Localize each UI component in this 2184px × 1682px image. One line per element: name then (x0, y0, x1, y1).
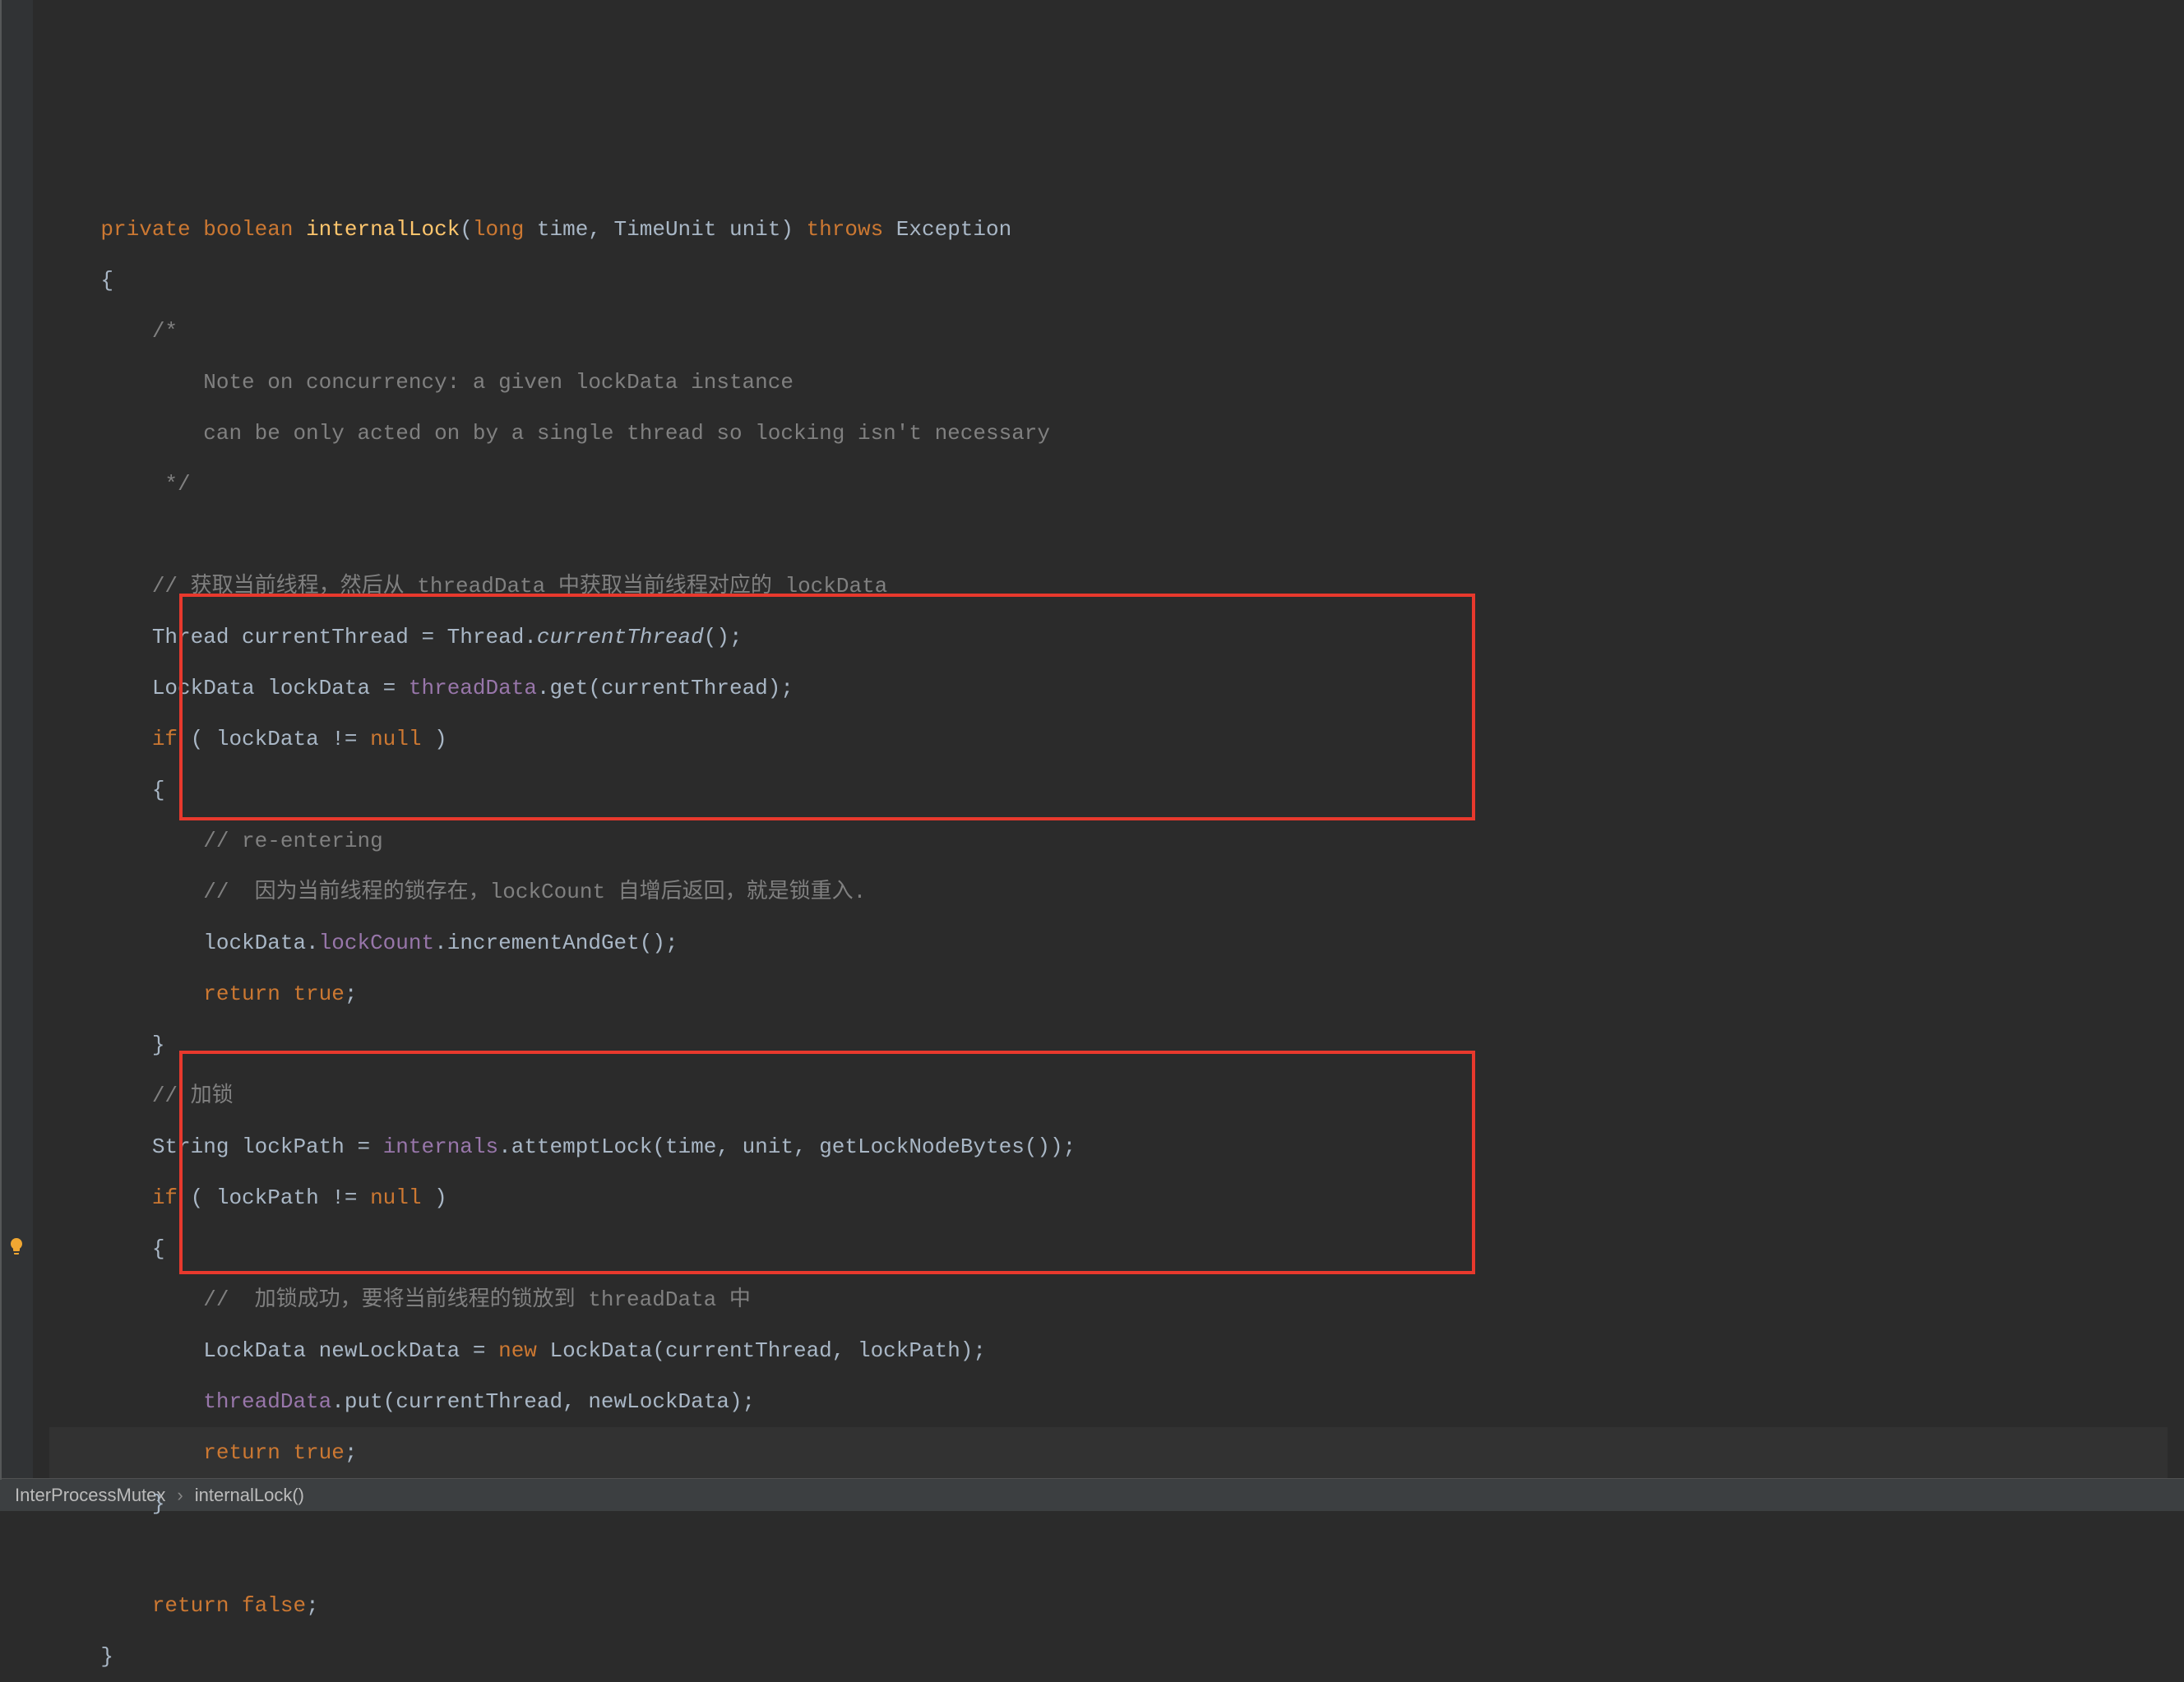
code-token-method-decl: internalLock (306, 217, 460, 242)
code-line[interactable]: private boolean internalLock(long time, … (49, 204, 2168, 255)
code-token-kw: null (370, 1185, 434, 1210)
code-token-default: ; (306, 1593, 319, 1618)
code-token-default: .attemptLock(time, unit, getLockNodeByte… (498, 1134, 1076, 1159)
code-token-comment: // 加锁成功，要将当前线程的锁放到 threadData 中 (203, 1287, 751, 1312)
code-token-default: LockData lockData = (152, 676, 409, 700)
code-token-default: Thread currentThread = Thread. (152, 625, 537, 649)
code-line[interactable]: lockData.lockCount.incrementAndGet(); (49, 917, 2168, 968)
editor-container: private boolean internalLock(long time, … (0, 0, 2184, 1478)
code-token-kw: if (152, 1185, 191, 1210)
code-line[interactable]: Thread currentThread = Thread.currentThr… (49, 612, 2168, 663)
code-token-default: ; (345, 982, 358, 1006)
code-token-default: .put(currentThread, newLockData); (331, 1389, 755, 1414)
code-token-default: String lockPath = (152, 1134, 383, 1159)
code-line[interactable]: */ (49, 459, 2168, 510)
code-line[interactable]: // 加锁成功，要将当前线程的锁放到 threadData 中 (49, 1274, 2168, 1325)
code-line[interactable]: LockData newLockData = new LockData(curr… (49, 1325, 2168, 1376)
code-line[interactable]: { (49, 765, 2168, 816)
code-token-default: LockData(currentThread, lockPath); (550, 1338, 987, 1363)
code-line[interactable]: } (49, 1019, 2168, 1070)
code-token-field: threadData (409, 676, 537, 700)
code-token-default: } (152, 1491, 165, 1516)
code-line[interactable]: // 因为当前线程的锁存在，lockCount 自增后返回，就是锁重入. (49, 866, 2168, 917)
code-line[interactable]: return true; (49, 1427, 2168, 1478)
code-token-field: lockCount (319, 931, 434, 955)
intention-bulb-icon[interactable] (7, 1236, 26, 1256)
code-token-static-method: currentThread (537, 625, 704, 649)
code-token-comment: Note on concurrency: a given lockData in… (152, 370, 794, 395)
code-token-default: ) (434, 1185, 447, 1210)
code-line[interactable]: // re-entering (49, 816, 2168, 866)
code-token-default: { (152, 778, 165, 802)
code-token-default: { (152, 1236, 165, 1261)
code-line[interactable]: LockData lockData = threadData.get(curre… (49, 663, 2168, 714)
code-token-default: time, TimeUnit unit) (537, 217, 807, 242)
code-token-default: ( lockData != (191, 727, 370, 751)
code-line[interactable]: // 加锁 (49, 1070, 2168, 1121)
code-token-kw: null (370, 727, 434, 751)
code-token-kw: private boolean (100, 217, 306, 242)
code-token-comment: */ (152, 472, 191, 497)
code-token-comment: // 获取当前线程，然后从 threadData 中获取当前线程对应的 lock… (152, 574, 887, 598)
code-line[interactable] (49, 1529, 2168, 1580)
code-token-default: ( (460, 217, 473, 242)
code-token-kw: new (498, 1338, 549, 1363)
code-token-default: Exception (896, 217, 1011, 242)
code-line[interactable]: return true; (49, 968, 2168, 1019)
code-token-default: ( lockPath != (191, 1185, 370, 1210)
code-area[interactable]: private boolean internalLock(long time, … (33, 0, 2184, 1478)
code-line[interactable]: if ( lockData != null ) (49, 714, 2168, 765)
code-line[interactable]: { (49, 1223, 2168, 1274)
code-line[interactable]: { (49, 255, 2168, 306)
code-token-default: { (100, 268, 113, 293)
code-line[interactable]: return false; (49, 1580, 2168, 1631)
code-token-default: } (152, 1033, 165, 1057)
code-token-kw: long (473, 217, 537, 242)
code-token-default: .incrementAndGet(); (434, 931, 678, 955)
code-token-comment: can be only acted on by a single thread … (152, 421, 1050, 446)
code-line[interactable] (49, 510, 2168, 561)
code-line[interactable]: } (49, 1631, 2168, 1682)
fold-guide (0, 0, 2, 1480)
code-token-default: ) (434, 727, 447, 751)
code-line[interactable]: String lockPath = internals.attemptLock(… (49, 1121, 2168, 1172)
code-token-default: (); (704, 625, 743, 649)
code-line[interactable]: Note on concurrency: a given lockData in… (49, 357, 2168, 408)
code-token-kw: return true (203, 982, 345, 1006)
code-line[interactable]: can be only acted on by a single thread … (49, 408, 2168, 459)
code-line[interactable]: if ( lockPath != null ) (49, 1172, 2168, 1223)
code-token-comment: /* (152, 319, 178, 344)
code-token-comment: // 加锁 (152, 1084, 234, 1108)
code-line[interactable]: // 获取当前线程，然后从 threadData 中获取当前线程对应的 lock… (49, 561, 2168, 612)
code-token-default: lockData. (203, 931, 318, 955)
code-token-default: ; (345, 1440, 358, 1465)
code-token-field: internals (383, 1134, 498, 1159)
editor-gutter[interactable] (0, 0, 33, 1478)
code-line[interactable]: /* (49, 306, 2168, 357)
code-token-comment: // 因为当前线程的锁存在，lockCount 自增后返回，就是锁重入. (203, 880, 866, 904)
code-token-kw: return false (152, 1593, 306, 1618)
code-token-kw: throws (807, 217, 896, 242)
code-token-kw: if (152, 727, 191, 751)
code-token-field: threadData (203, 1389, 331, 1414)
code-line[interactable]: } (49, 1478, 2168, 1529)
code-token-comment: // re-entering (203, 829, 382, 853)
code-token-default: LockData newLockData = (203, 1338, 498, 1363)
code-token-default: .get(currentThread); (537, 676, 794, 700)
code-line[interactable]: threadData.put(currentThread, newLockDat… (49, 1376, 2168, 1427)
code-token-default: } (100, 1644, 113, 1669)
code-token-kw: return true (203, 1440, 345, 1465)
